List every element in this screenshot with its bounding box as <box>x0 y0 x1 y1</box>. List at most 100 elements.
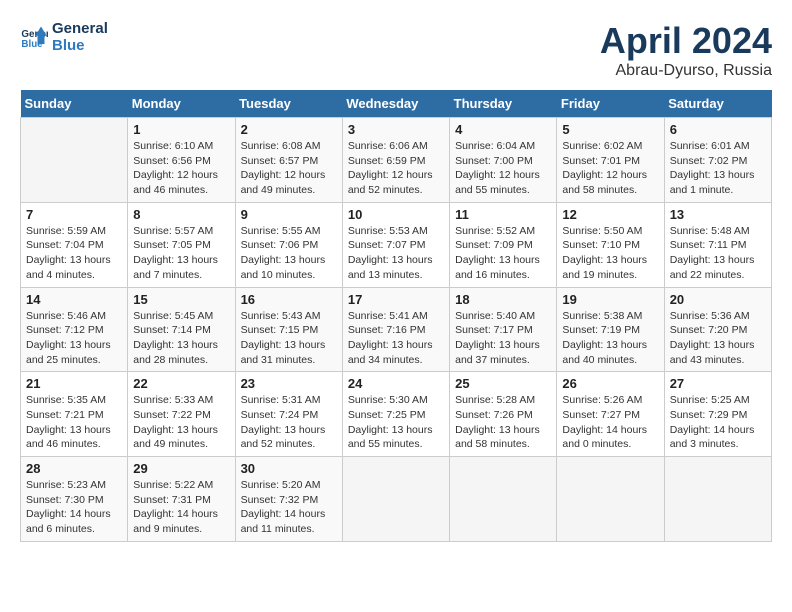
day-number: 14 <box>26 292 122 307</box>
calendar-day-cell: 7 Sunrise: 5:59 AMSunset: 7:04 PMDaylight… <box>21 202 128 287</box>
day-number: 13 <box>670 207 766 222</box>
day-number: 3 <box>348 122 444 137</box>
day-info: Sunrise: 5:57 AMSunset: 7:05 PMDaylight:… <box>133 224 229 283</box>
day-info: Sunrise: 6:02 AMSunset: 7:01 PMDaylight:… <box>562 139 658 198</box>
day-info: Sunrise: 5:35 AMSunset: 7:21 PMDaylight:… <box>26 393 122 452</box>
day-number: 20 <box>670 292 766 307</box>
day-number: 6 <box>670 122 766 137</box>
day-number: 23 <box>241 376 337 391</box>
calendar-week-row: 28 Sunrise: 5:23 AMSunset: 7:30 PMDayligh… <box>21 457 772 542</box>
day-number: 27 <box>670 376 766 391</box>
day-number: 19 <box>562 292 658 307</box>
day-info: Sunrise: 5:48 AMSunset: 7:11 PMDaylight:… <box>670 224 766 283</box>
calendar-day-cell <box>557 457 664 542</box>
day-of-week-header: Friday <box>557 90 664 118</box>
logo-icon: General Blue <box>20 23 48 51</box>
calendar-header-row: SundayMondayTuesdayWednesdayThursdayFrid… <box>21 90 772 118</box>
day-info: Sunrise: 5:40 AMSunset: 7:17 PMDaylight:… <box>455 309 551 368</box>
day-number: 10 <box>348 207 444 222</box>
day-info: Sunrise: 5:55 AMSunset: 7:06 PMDaylight:… <box>241 224 337 283</box>
calendar-day-cell: 16 Sunrise: 5:43 AMSunset: 7:15 PMDayligh… <box>235 287 342 372</box>
day-number: 22 <box>133 376 229 391</box>
calendar-day-cell: 4Sunrise: 6:04 AMSunset: 7:00 PMDaylight… <box>450 118 557 203</box>
calendar-day-cell: 22 Sunrise: 5:33 AMSunset: 7:22 PMDayligh… <box>128 372 235 457</box>
calendar-week-row: 21 Sunrise: 5:35 AMSunset: 7:21 PMDayligh… <box>21 372 772 457</box>
day-number: 21 <box>26 376 122 391</box>
calendar-day-cell: 8Sunrise: 5:57 AMSunset: 7:05 PMDaylight… <box>128 202 235 287</box>
calendar-week-row: 1 Sunrise: 6:10 AMSunset: 6:56 PMDaylight… <box>21 118 772 203</box>
day-info: Sunrise: 6:10 AMSunset: 6:56 PMDaylight:… <box>133 139 229 198</box>
calendar-day-cell: 30Sunrise: 5:20 AMSunset: 7:32 PMDayligh… <box>235 457 342 542</box>
day-number: 4 <box>455 122 551 137</box>
day-info: Sunrise: 5:46 AMSunset: 7:12 PMDaylight:… <box>26 309 122 368</box>
day-info: Sunrise: 5:23 AMSunset: 7:30 PMDaylight:… <box>26 478 122 537</box>
day-number: 26 <box>562 376 658 391</box>
logo-blue: Blue <box>52 37 108 54</box>
day-info: Sunrise: 5:28 AMSunset: 7:26 PMDaylight:… <box>455 393 551 452</box>
day-info: Sunrise: 5:33 AMSunset: 7:22 PMDaylight:… <box>133 393 229 452</box>
calendar-day-cell <box>342 457 449 542</box>
logo-general: General <box>52 20 108 37</box>
calendar-day-cell: 12 Sunrise: 5:50 AMSunset: 7:10 PMDayligh… <box>557 202 664 287</box>
logo: General Blue General Blue <box>20 20 108 54</box>
calendar-day-cell: 23 Sunrise: 5:31 AMSunset: 7:24 PMDayligh… <box>235 372 342 457</box>
calendar-week-row: 14 Sunrise: 5:46 AMSunset: 7:12 PMDayligh… <box>21 287 772 372</box>
calendar-day-cell: 24 Sunrise: 5:30 AMSunset: 7:25 PMDayligh… <box>342 372 449 457</box>
day-of-week-header: Saturday <box>664 90 771 118</box>
day-number: 28 <box>26 461 122 476</box>
day-info: Sunrise: 5:43 AMSunset: 7:15 PMDaylight:… <box>241 309 337 368</box>
calendar-table: SundayMondayTuesdayWednesdayThursdayFrid… <box>20 90 772 542</box>
title-block: April 2024 Abrau-Dyurso, Russia <box>600 20 772 80</box>
calendar-day-cell <box>664 457 771 542</box>
calendar-day-cell: 14 Sunrise: 5:46 AMSunset: 7:12 PMDayligh… <box>21 287 128 372</box>
day-number: 12 <box>562 207 658 222</box>
calendar-day-cell: 1 Sunrise: 6:10 AMSunset: 6:56 PMDaylight… <box>128 118 235 203</box>
day-info: Sunrise: 5:30 AMSunset: 7:25 PMDaylight:… <box>348 393 444 452</box>
calendar-day-cell: 26Sunrise: 5:26 AMSunset: 7:27 PMDayligh… <box>557 372 664 457</box>
day-number: 7 <box>26 207 122 222</box>
day-number: 24 <box>348 376 444 391</box>
calendar-day-cell: 27 Sunrise: 5:25 AMSunset: 7:29 PMDayligh… <box>664 372 771 457</box>
day-info: Sunrise: 5:50 AMSunset: 7:10 PMDaylight:… <box>562 224 658 283</box>
calendar-day-cell: 13 Sunrise: 5:48 AMSunset: 7:11 PMDayligh… <box>664 202 771 287</box>
calendar-day-cell: 19 Sunrise: 5:38 AMSunset: 7:19 PMDayligh… <box>557 287 664 372</box>
calendar-day-cell: 6Sunrise: 6:01 AMSunset: 7:02 PMDaylight… <box>664 118 771 203</box>
day-info: Sunrise: 5:22 AMSunset: 7:31 PMDaylight:… <box>133 478 229 537</box>
day-info: Sunrise: 5:31 AMSunset: 7:24 PMDaylight:… <box>241 393 337 452</box>
day-info: Sunrise: 5:45 AMSunset: 7:14 PMDaylight:… <box>133 309 229 368</box>
calendar-day-cell: 20 Sunrise: 5:36 AMSunset: 7:20 PMDayligh… <box>664 287 771 372</box>
day-info: Sunrise: 5:25 AMSunset: 7:29 PMDaylight:… <box>670 393 766 452</box>
day-info: Sunrise: 5:38 AMSunset: 7:19 PMDaylight:… <box>562 309 658 368</box>
calendar-day-cell: 29 Sunrise: 5:22 AMSunset: 7:31 PMDayligh… <box>128 457 235 542</box>
calendar-week-row: 7 Sunrise: 5:59 AMSunset: 7:04 PMDaylight… <box>21 202 772 287</box>
day-number: 5 <box>562 122 658 137</box>
day-info: Sunrise: 5:53 AMSunset: 7:07 PMDaylight:… <box>348 224 444 283</box>
day-number: 9 <box>241 207 337 222</box>
day-of-week-header: Tuesday <box>235 90 342 118</box>
calendar-day-cell: 11Sunrise: 5:52 AMSunset: 7:09 PMDayligh… <box>450 202 557 287</box>
calendar-day-cell: 15 Sunrise: 5:45 AMSunset: 7:14 PMDayligh… <box>128 287 235 372</box>
day-number: 29 <box>133 461 229 476</box>
day-info: Sunrise: 5:59 AMSunset: 7:04 PMDaylight:… <box>26 224 122 283</box>
day-number: 25 <box>455 376 551 391</box>
day-of-week-header: Sunday <box>21 90 128 118</box>
calendar-day-cell: 25 Sunrise: 5:28 AMSunset: 7:26 PMDayligh… <box>450 372 557 457</box>
calendar-day-cell <box>21 118 128 203</box>
day-info: Sunrise: 6:08 AMSunset: 6:57 PMDaylight:… <box>241 139 337 198</box>
calendar-day-cell: 28 Sunrise: 5:23 AMSunset: 7:30 PMDayligh… <box>21 457 128 542</box>
day-number: 18 <box>455 292 551 307</box>
day-of-week-header: Wednesday <box>342 90 449 118</box>
day-info: Sunrise: 6:06 AMSunset: 6:59 PMDaylight:… <box>348 139 444 198</box>
day-number: 15 <box>133 292 229 307</box>
day-number: 1 <box>133 122 229 137</box>
page-subtitle: Abrau-Dyurso, Russia <box>600 62 772 80</box>
calendar-day-cell: 3 Sunrise: 6:06 AMSunset: 6:59 PMDaylight… <box>342 118 449 203</box>
day-number: 16 <box>241 292 337 307</box>
day-info: Sunrise: 5:36 AMSunset: 7:20 PMDaylight:… <box>670 309 766 368</box>
day-info: Sunrise: 5:41 AMSunset: 7:16 PMDaylight:… <box>348 309 444 368</box>
calendar-day-cell <box>450 457 557 542</box>
calendar-day-cell: 2Sunrise: 6:08 AMSunset: 6:57 PMDaylight… <box>235 118 342 203</box>
calendar-day-cell: 18 Sunrise: 5:40 AMSunset: 7:17 PMDayligh… <box>450 287 557 372</box>
page-header: General Blue General Blue April 2024 Abr… <box>20 20 772 80</box>
page-title: April 2024 <box>600 20 772 62</box>
